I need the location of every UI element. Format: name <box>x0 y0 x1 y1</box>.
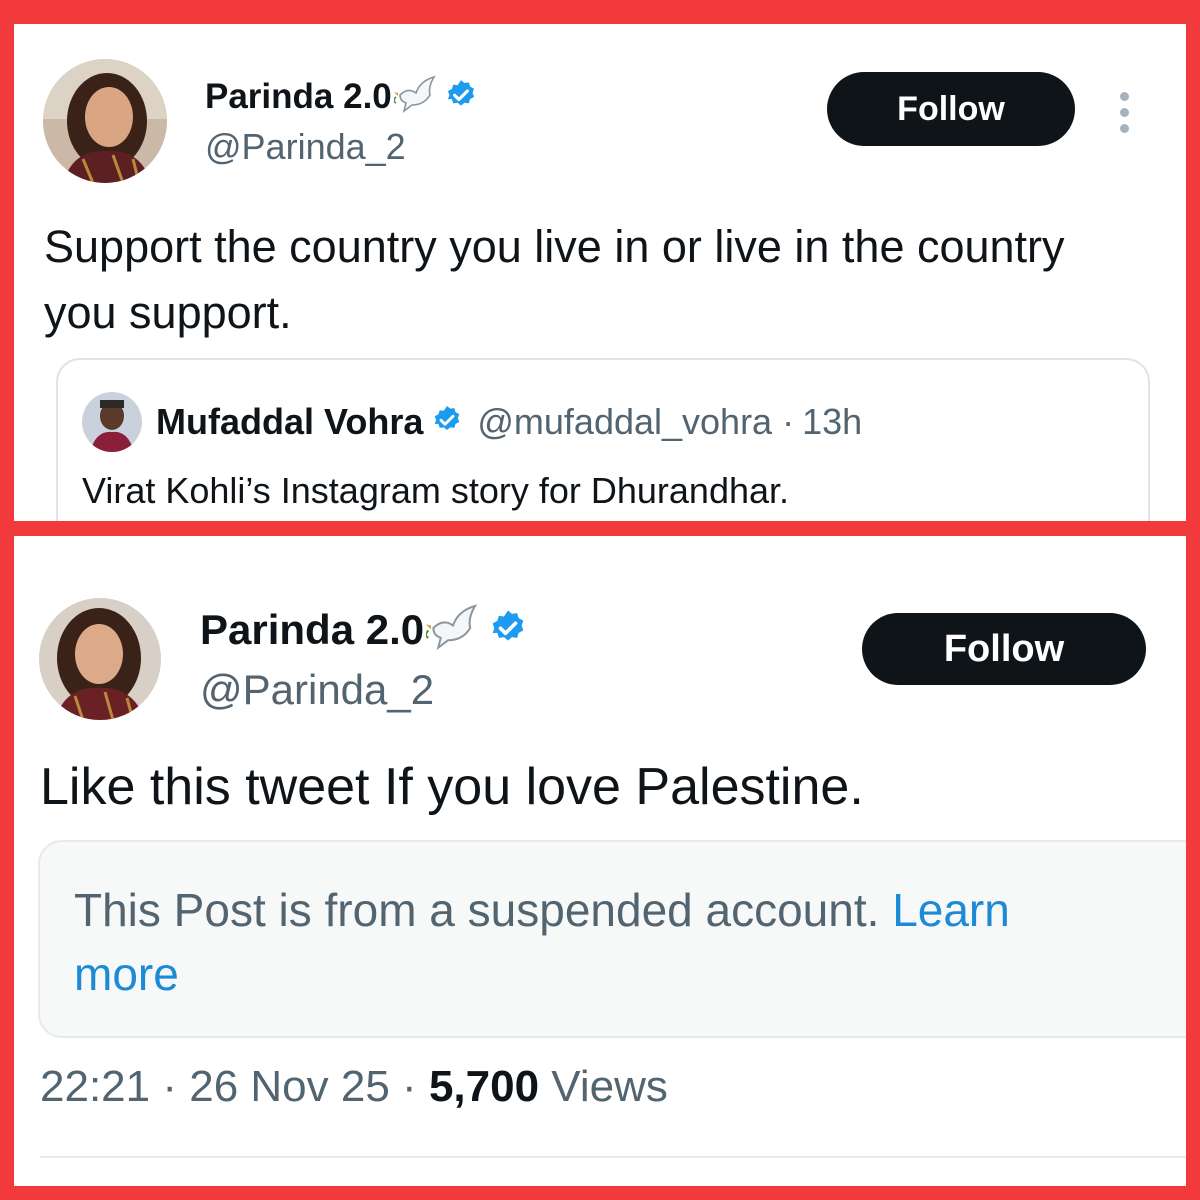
top-post-panel: Parinda 2.0 @Parinda_2 Follow Support th… <box>14 24 1186 521</box>
author-name-row: Parinda 2.0 <box>200 603 528 654</box>
quoted-author-name[interactable]: Mufaddal Vohra <box>156 401 423 443</box>
views-label: Views <box>551 1062 668 1111</box>
quoted-post-header: Mufaddal Vohra @mufaddal_vohra · 13h <box>156 400 862 444</box>
author-display-name[interactable]: Parinda 2.0 <box>205 77 392 117</box>
quoted-author-avatar[interactable] <box>82 392 142 452</box>
author-avatar[interactable] <box>39 598 161 720</box>
tweet-text: Support the country you live in or live … <box>44 221 1065 338</box>
meta-separator: · <box>782 401 795 442</box>
author-display-name[interactable]: Parinda 2.0 <box>200 606 424 654</box>
follow-button[interactable]: Follow <box>827 72 1075 146</box>
quoted-author-handle[interactable]: @mufaddal_vohra <box>477 401 772 443</box>
divider <box>40 1156 1186 1158</box>
suspended-post-notice: This Post is from a suspended account. L… <box>38 840 1186 1038</box>
quoted-post-card[interactable]: Mufaddal Vohra @mufaddal_vohra · 13h Vir… <box>56 358 1150 521</box>
follow-button[interactable]: Follow <box>862 613 1146 685</box>
verified-badge-icon <box>488 608 528 653</box>
verified-badge-icon <box>444 78 478 117</box>
bottom-post-panel: Parinda 2.0 @Parinda_2 Follow Like this … <box>14 536 1186 1186</box>
quoted-post-time[interactable]: 13h <box>802 401 862 443</box>
views-count: 5,700 <box>428 1062 540 1111</box>
post-date[interactable]: 26 Nov 25 <box>189 1062 390 1111</box>
dove-icon <box>425 603 480 658</box>
author-handle[interactable]: @Parinda_2 <box>200 666 434 714</box>
suspended-notice-text: This Post is from a suspended account. L… <box>74 878 1104 1006</box>
meta-separator: · <box>162 1062 177 1111</box>
author-avatar[interactable] <box>43 59 167 183</box>
post-meta-row: 22:21 · 26 Nov 25 · 5,700 Views <box>40 1062 668 1112</box>
dove-icon <box>392 75 438 120</box>
quoted-post-text: Virat Kohli’s Instagram story for Dhuran… <box>82 470 790 511</box>
more-options-icon[interactable] <box>1120 92 1129 140</box>
suspended-message: This Post is from a suspended account. <box>74 884 880 936</box>
author-handle[interactable]: @Parinda_2 <box>205 126 406 168</box>
meta-separator: · <box>402 1062 417 1111</box>
post-time[interactable]: 22:21 <box>40 1062 150 1111</box>
tweet-text: Like this tweet If you love Palestine. <box>40 758 864 816</box>
verified-badge-icon <box>431 404 463 441</box>
author-name-row: Parinda 2.0 <box>205 75 478 120</box>
